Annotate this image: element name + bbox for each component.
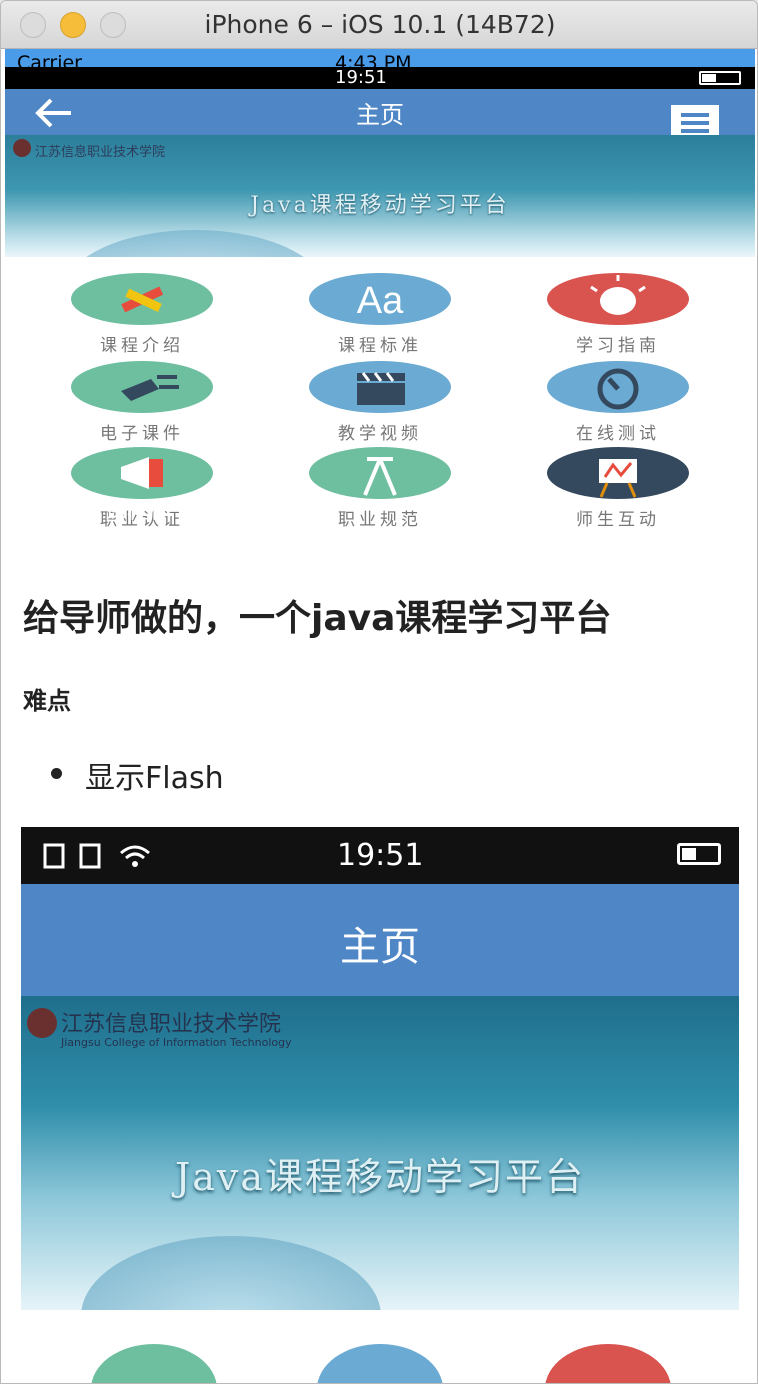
- signal-wifi-icon: [43, 843, 150, 869]
- megaphone-icon: [71, 447, 213, 499]
- banner-title: Java课程移动学习平台: [250, 193, 510, 218]
- feature-grid: 课程介绍 Aa 课程标准 学习指南 电子课件 教学视频 在线测试 职业认证 职业…: [5, 257, 755, 530]
- screenshot-status-bar: 19:51: [21, 827, 739, 884]
- grid-item-teaching-video[interactable]: 教学视频: [305, 355, 455, 444]
- globe-decoration: [81, 1236, 381, 1310]
- window-title: iPhone 6 – iOS 10.1 (14B72): [204, 10, 556, 39]
- grid-item-label: 职业规范: [338, 510, 422, 530]
- screenshot-banner-title: Java课程移动学习平台: [174, 1155, 585, 1199]
- grid-item-label: 课程介绍: [100, 336, 184, 356]
- battery-icon: [699, 71, 741, 85]
- screenshot-nav-bar: 主页: [21, 884, 739, 996]
- grid-item-interaction[interactable]: 师生互动: [543, 441, 693, 530]
- pencil-icon: [91, 1344, 217, 1383]
- bullet-dot: [51, 768, 62, 779]
- compass-icon: [309, 447, 451, 499]
- article-subheading: 难点: [23, 687, 71, 715]
- simulator-status-bar: Carrier 4:43 PM: [5, 49, 755, 74]
- screenshot-school-en: Jiangsu College of Information Technolog…: [61, 1036, 292, 1049]
- app-status-time: 19:51: [335, 67, 387, 88]
- screenshot-school-name: 江苏信息职业技术学院: [61, 1012, 282, 1037]
- grid-item-course-intro[interactable]: 课程介绍: [67, 267, 217, 356]
- screenshot-banner: 江苏信息职业技术学院 Jiangsu College of Informatio…: [21, 996, 739, 1310]
- grid-item-label: 学习指南: [576, 336, 660, 356]
- easel-icon: [547, 447, 689, 499]
- pencil-icon: [71, 273, 213, 325]
- school-seal-icon: [27, 1008, 57, 1038]
- grid-item-label: 师生互动: [576, 510, 660, 530]
- grid-item-label: 课程标准: [338, 336, 422, 356]
- grid-item-study-guide[interactable]: 学习指南: [543, 267, 693, 356]
- text-aa-icon: [317, 1344, 443, 1383]
- battery-icon: [677, 843, 721, 865]
- embedded-screenshot: 19:51 主页 江苏信息职业技术学院 Jiangsu College of I…: [21, 827, 739, 1383]
- app-status-bar: 19:51: [5, 67, 755, 89]
- simulator-window: iPhone 6 – iOS 10.1 (14B72) Carrier 4:43…: [0, 0, 758, 1384]
- nav-title: 主页: [356, 101, 404, 129]
- screenshot-nav-title: 主页: [340, 924, 420, 970]
- text-aa-icon: Aa: [309, 273, 451, 325]
- grid-item-courseware[interactable]: 电子课件: [67, 355, 217, 444]
- grid-item-online-test[interactable]: 在线测试: [543, 355, 693, 444]
- bullet-item: 显示Flash: [85, 761, 224, 796]
- timer-icon: [547, 361, 689, 413]
- lightbulb-icon: [547, 273, 689, 325]
- screenshot-time: 19:51: [337, 838, 424, 873]
- lightbulb-icon: [545, 1344, 671, 1383]
- overlay-text: 课程移: [105, 499, 172, 524]
- plug-icon: [71, 361, 213, 413]
- device-screen: Carrier 4:43 PM 19:51 主页 江苏信息职业技术学院 Java…: [5, 49, 755, 1383]
- svg-text:Aa: Aa: [357, 280, 404, 322]
- school-seal-icon: [13, 139, 31, 157]
- globe-decoration: [65, 230, 325, 257]
- school-name: 江苏信息职业技术学院: [35, 145, 166, 160]
- grid-item-professional-norms[interactable]: 职业规范: [305, 441, 455, 530]
- clapper-icon: [309, 361, 451, 413]
- article-heading: 给导师做的，一个java课程学习平台: [23, 598, 612, 639]
- nav-bar: 主页: [5, 89, 755, 151]
- window-titlebar: iPhone 6 – iOS 10.1 (14B72): [1, 1, 757, 49]
- grid-item-course-standard[interactable]: Aa 课程标准: [305, 267, 455, 356]
- banner-image: 江苏信息职业技术学院 Java课程移动学习平台: [5, 135, 755, 257]
